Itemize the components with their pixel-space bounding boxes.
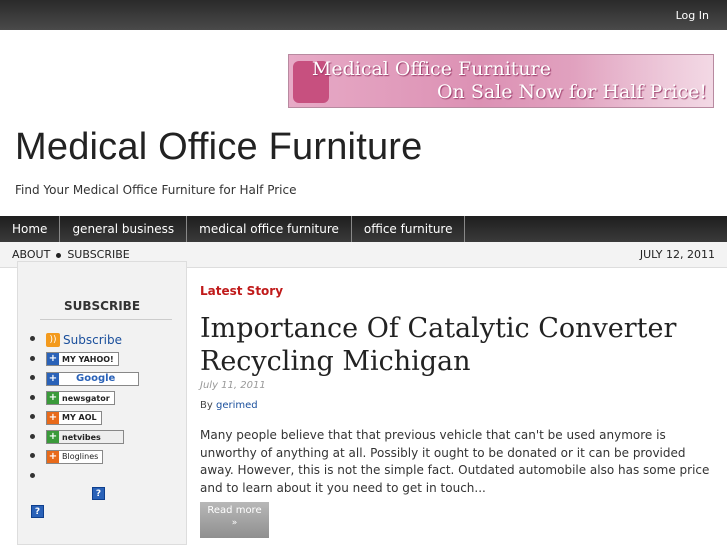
subscribe-widget: SUBSCRIBE )) Subscribe + MY YAHOO! + Google… [17, 261, 187, 545]
section-heading: Latest Story [200, 284, 284, 298]
subscribe-link[interactable]: SUBSCRIBE [67, 248, 129, 261]
rss-icon[interactable]: )) [46, 332, 60, 347]
arrow-icon: » [231, 518, 238, 528]
byline-prefix: By [200, 400, 213, 411]
banner-line-1: Medical Office Furniture [311, 58, 551, 80]
nav-item-office-furniture[interactable]: office furniture [352, 216, 466, 242]
site-title[interactable]: Medical Office Furniture [15, 126, 422, 169]
newsgator-button[interactable]: + newsgator [46, 391, 115, 405]
plus-icon: + [47, 411, 59, 424]
read-more-label: Read more [207, 505, 262, 516]
banner-line-2: On Sale Now for Half Price! [436, 81, 707, 103]
about-link[interactable]: ABOUT [12, 248, 50, 261]
list-item: + netvibes [28, 427, 139, 447]
post-date: July 11, 2011 [200, 380, 266, 391]
current-date: JULY 12, 2011 [639, 248, 715, 261]
sub-nav-links: ABOUT SUBSCRIBE [12, 248, 130, 261]
button-label: MY YAHOO! [62, 354, 114, 364]
plus-icon: + [47, 392, 59, 404]
widget-divider [40, 319, 172, 320]
list-item [28, 466, 139, 486]
subscribe-rss-link[interactable]: Subscribe [63, 333, 122, 347]
list-item: + MY YAHOO! [28, 349, 139, 369]
netvibes-button[interactable]: + netvibes [46, 430, 124, 444]
help-icon[interactable]: ? [31, 505, 44, 518]
list-item: + Google [28, 368, 139, 388]
read-more-button[interactable]: Read more » [200, 502, 269, 538]
list-item: )) Subscribe [28, 329, 139, 349]
nav-item-home[interactable]: Home [0, 216, 61, 242]
button-label: Bloglines [62, 452, 99, 461]
plus-icon: + [47, 372, 59, 385]
nav-item-general-business[interactable]: general business [60, 216, 188, 242]
post-title[interactable]: Importance Of Catalytic Converter Recycl… [200, 312, 710, 378]
list-item: + MY AOL [28, 407, 139, 427]
google-button[interactable]: + Google [46, 371, 139, 386]
button-label: newsgator [62, 393, 110, 403]
site-tagline: Find Your Medical Office Furniture for H… [15, 183, 297, 197]
bloglines-button[interactable]: + Bloglines [46, 449, 104, 464]
list-item: + Bloglines [28, 446, 139, 466]
button-label: netvibes [62, 432, 101, 442]
main-nav: Home general business medical office fur… [0, 216, 727, 242]
widget-title: SUBSCRIBE [63, 299, 141, 313]
plus-icon: + [47, 450, 59, 463]
nav-item-medical-office-furniture[interactable]: medical office furniture [187, 216, 352, 242]
ad-banner[interactable]: Medical Office Furniture On Sale Now for… [288, 54, 714, 108]
button-label: Google [76, 373, 116, 384]
my-aol-button[interactable]: + MY AOL [46, 410, 102, 425]
plus-icon: + [47, 431, 59, 443]
top-bar: Log In [0, 0, 727, 30]
plus-icon: + [47, 353, 59, 365]
login-link[interactable]: Log In [676, 9, 709, 22]
post-excerpt: Many people believe that that previous v… [200, 428, 710, 495]
author-link[interactable]: gerimed [216, 400, 258, 411]
post-byline: By gerimed [200, 400, 258, 411]
my-yahoo-button[interactable]: + MY YAHOO! [46, 352, 119, 366]
separator-dot [56, 252, 62, 258]
help-icon[interactable]: ? [92, 487, 105, 500]
subscribe-list: )) Subscribe + MY YAHOO! + Google + newsgato… [28, 329, 139, 485]
button-label: MY AOL [62, 413, 97, 422]
list-item: + newsgator [28, 388, 139, 408]
